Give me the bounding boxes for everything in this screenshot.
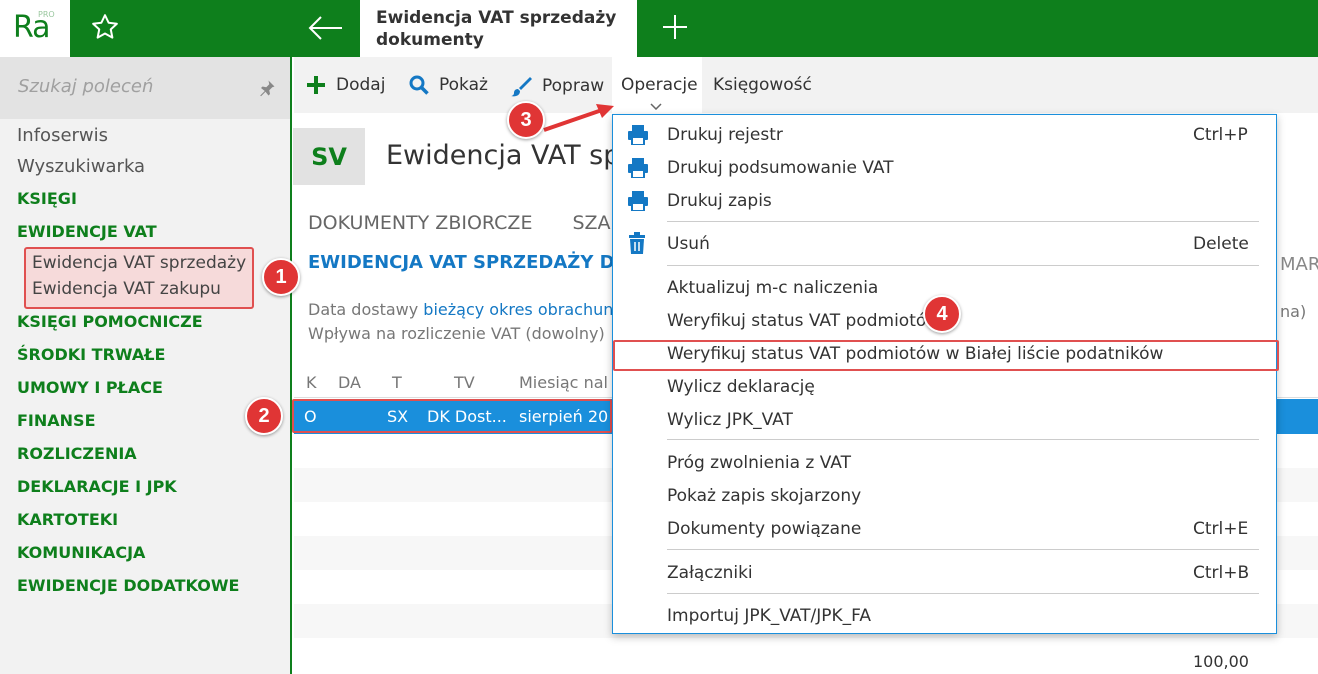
shortcut-ctrl-b: Ctrl+B	[1193, 563, 1250, 583]
menu-item-drukuj-zapis[interactable]: Drukuj zapis	[667, 191, 772, 211]
menu-item-wylicz-deklaracje[interactable]: Wylicz deklarację	[667, 377, 815, 397]
tab-dokumenty-zbiorcze[interactable]: DOKUMENTY ZBIORCZE	[308, 212, 532, 234]
menu-item-drukuj-podsumowanie[interactable]: Drukuj podsumowanie VAT	[667, 158, 894, 178]
menu-item-pokaz-zapis[interactable]: Pokaż zapis skojarzony	[667, 486, 861, 506]
highlight-box-2	[292, 399, 612, 433]
filter-right-cut: na)	[1280, 302, 1307, 321]
operations-label: Operacje	[621, 75, 698, 95]
menu-item-weryfikuj-status[interactable]: Weryfikuj status VAT podmiotów	[667, 311, 940, 331]
sidebar-subitem-sprzedazy[interactable]: Ewidencja VAT sprzedaży	[32, 253, 246, 273]
menu-item-importuj-jpk[interactable]: Importuj JPK_VAT/JPK_FA	[667, 606, 871, 626]
sum-value: 100,00	[1193, 652, 1249, 671]
search-input[interactable]: Szukaj poleceń	[18, 76, 153, 97]
search-box[interactable]: Szukaj poleceń	[0, 57, 290, 119]
sidebar-item-ewidencje-dodatkowe[interactable]: EWIDENCJE DODATKOWE	[17, 576, 239, 595]
printer-icon	[628, 191, 648, 211]
menu-item-weryfikuj-biala-lista[interactable]: Weryfikuj status VAT podmiotów w Białej …	[667, 344, 1163, 364]
annotation-badge-4: 4	[923, 295, 961, 333]
tab-title-line2: dokumenty	[376, 30, 484, 50]
sidebar-item-umowy-place[interactable]: UMOWY I PŁACE	[17, 378, 163, 397]
tab-title-line1: Ewidencja VAT sprzedaży	[376, 8, 617, 28]
menu-item-aktualizuj[interactable]: Aktualizuj m-c naliczenia	[667, 278, 878, 298]
brush-icon	[511, 77, 532, 97]
annotation-badge-3: 3	[507, 101, 545, 139]
menu-item-prog-zwolnienia[interactable]: Próg zwolnienia z VAT	[667, 453, 851, 473]
toolbar: Dodaj Pokaż Popraw Operacje Księgowość	[294, 57, 1318, 113]
filter-vat-settlement[interactable]: Wpływa na rozliczenie VAT (dowolny)	[308, 324, 605, 343]
menu-item-drukuj-rejestr[interactable]: Drukuj rejestr	[667, 125, 783, 145]
module-badge: SV	[293, 128, 365, 185]
top-bar: Ra PRO Ewidencja VAT sprzedaży dokumenty	[0, 0, 1318, 57]
new-tab-plus-icon[interactable]	[660, 12, 690, 42]
column-miesiac[interactable]: Miesiąc nal	[519, 373, 608, 392]
sidebar-item-rozliczenia[interactable]: ROZLICZENIA	[17, 444, 137, 463]
sidebar-item-infoserwis[interactable]: Infoserwis	[17, 125, 108, 146]
column-t[interactable]: T	[392, 373, 402, 392]
menu-item-wylicz-jpk[interactable]: Wylicz JPK_VAT	[667, 410, 793, 430]
pin-icon[interactable]	[258, 79, 276, 97]
operations-dropdown: Drukuj rejestr Ctrl+P Drukuj podsumowani…	[612, 114, 1279, 634]
logo-sup: PRO	[38, 10, 55, 19]
sidebar-item-srodki-trwale[interactable]: ŚRODKI TRWAŁE	[17, 345, 165, 364]
add-label: Dodaj	[336, 75, 386, 95]
menu-separator	[667, 439, 1259, 440]
trash-icon	[629, 232, 645, 254]
printer-icon	[628, 125, 648, 145]
filter-delivery-value[interactable]: bieżący okres obrachunk	[423, 300, 622, 319]
sidebar-item-ewidencje-vat[interactable]: EWIDENCJE VAT	[17, 222, 157, 241]
add-button[interactable]: Dodaj	[306, 75, 385, 95]
sidebar-item-komunikacja[interactable]: KOMUNIKACJA	[17, 543, 145, 562]
page-title: Ewidencja VAT sp	[386, 140, 621, 171]
menu-item-usun[interactable]: Usuń	[667, 234, 710, 254]
menu-separator	[667, 221, 1259, 222]
shortcut-ctrl-p: Ctrl+P	[1193, 125, 1248, 145]
chevron-down-icon	[650, 103, 662, 110]
tab-sza[interactable]: SZA	[572, 212, 610, 234]
shortcut-ctrl-e: Ctrl+E	[1193, 519, 1249, 539]
show-button[interactable]: Pokaż	[409, 75, 488, 95]
filter-delivery-label: Data dostawy	[308, 300, 419, 319]
accounting-menu-button[interactable]: Księgowość	[713, 75, 812, 95]
plus-icon	[307, 76, 325, 94]
menu-separator	[667, 593, 1259, 594]
sidebar-item-wyszukiwarka[interactable]: Wyszukiwarka	[17, 156, 145, 177]
sidebar-item-deklaracje-jpk[interactable]: DEKLARACJE I JPK	[17, 477, 177, 496]
view-tabs: DOKUMENTY ZBIORCZE SZA	[308, 212, 651, 234]
tab-ewidencja-vat[interactable]: Ewidencja VAT sprzedaży dokumenty	[360, 0, 637, 57]
sidebar-item-ksiegi-pomocnicze[interactable]: KSIĘGI POMOCNICZE	[17, 312, 203, 331]
annotation-badge-1: 1	[262, 258, 300, 296]
annotation-arrow	[543, 104, 614, 132]
sidebar-item-kartoteki[interactable]: KARTOTEKI	[17, 510, 118, 529]
edit-label: Popraw	[542, 76, 605, 96]
star-icon[interactable]	[90, 12, 120, 42]
column-k[interactable]: K	[306, 373, 317, 392]
operations-menu-button[interactable]: Operacje	[621, 75, 698, 95]
section-title: EWIDENCJA VAT SPRZEDAŻY D	[308, 252, 615, 273]
annotation-badge-2: 2	[245, 397, 283, 435]
column-da[interactable]: DA	[338, 373, 361, 392]
back-button[interactable]	[292, 0, 360, 57]
show-label: Pokaż	[439, 75, 488, 95]
menu-item-dokumenty-powiazane[interactable]: Dokumenty powiązane	[667, 519, 861, 539]
menu-separator	[667, 549, 1259, 550]
menu-separator	[667, 265, 1259, 266]
arrow-left-icon	[308, 16, 342, 40]
sidebar-subitem-zakupu[interactable]: Ewidencja VAT zakupu	[32, 279, 221, 299]
edit-button[interactable]: Popraw	[510, 75, 604, 97]
accounting-label: Księgowość	[713, 75, 812, 95]
shortcut-delete: Delete	[1193, 234, 1249, 254]
menu-item-zalaczniki[interactable]: Załączniki	[667, 563, 753, 583]
app-logo[interactable]: Ra PRO	[0, 0, 70, 57]
section-title-right-cut: MAR	[1280, 254, 1318, 275]
printer-icon	[628, 158, 648, 178]
column-tv[interactable]: TV	[454, 373, 475, 392]
sidebar-item-finanse[interactable]: FINANSE	[17, 411, 96, 430]
sidebar-item-ksiegi[interactable]: KSIĘGI	[17, 189, 77, 208]
filter-delivery-date[interactable]: Data dostawy bieżący okres obrachunk	[308, 300, 623, 319]
search-icon	[409, 75, 429, 95]
